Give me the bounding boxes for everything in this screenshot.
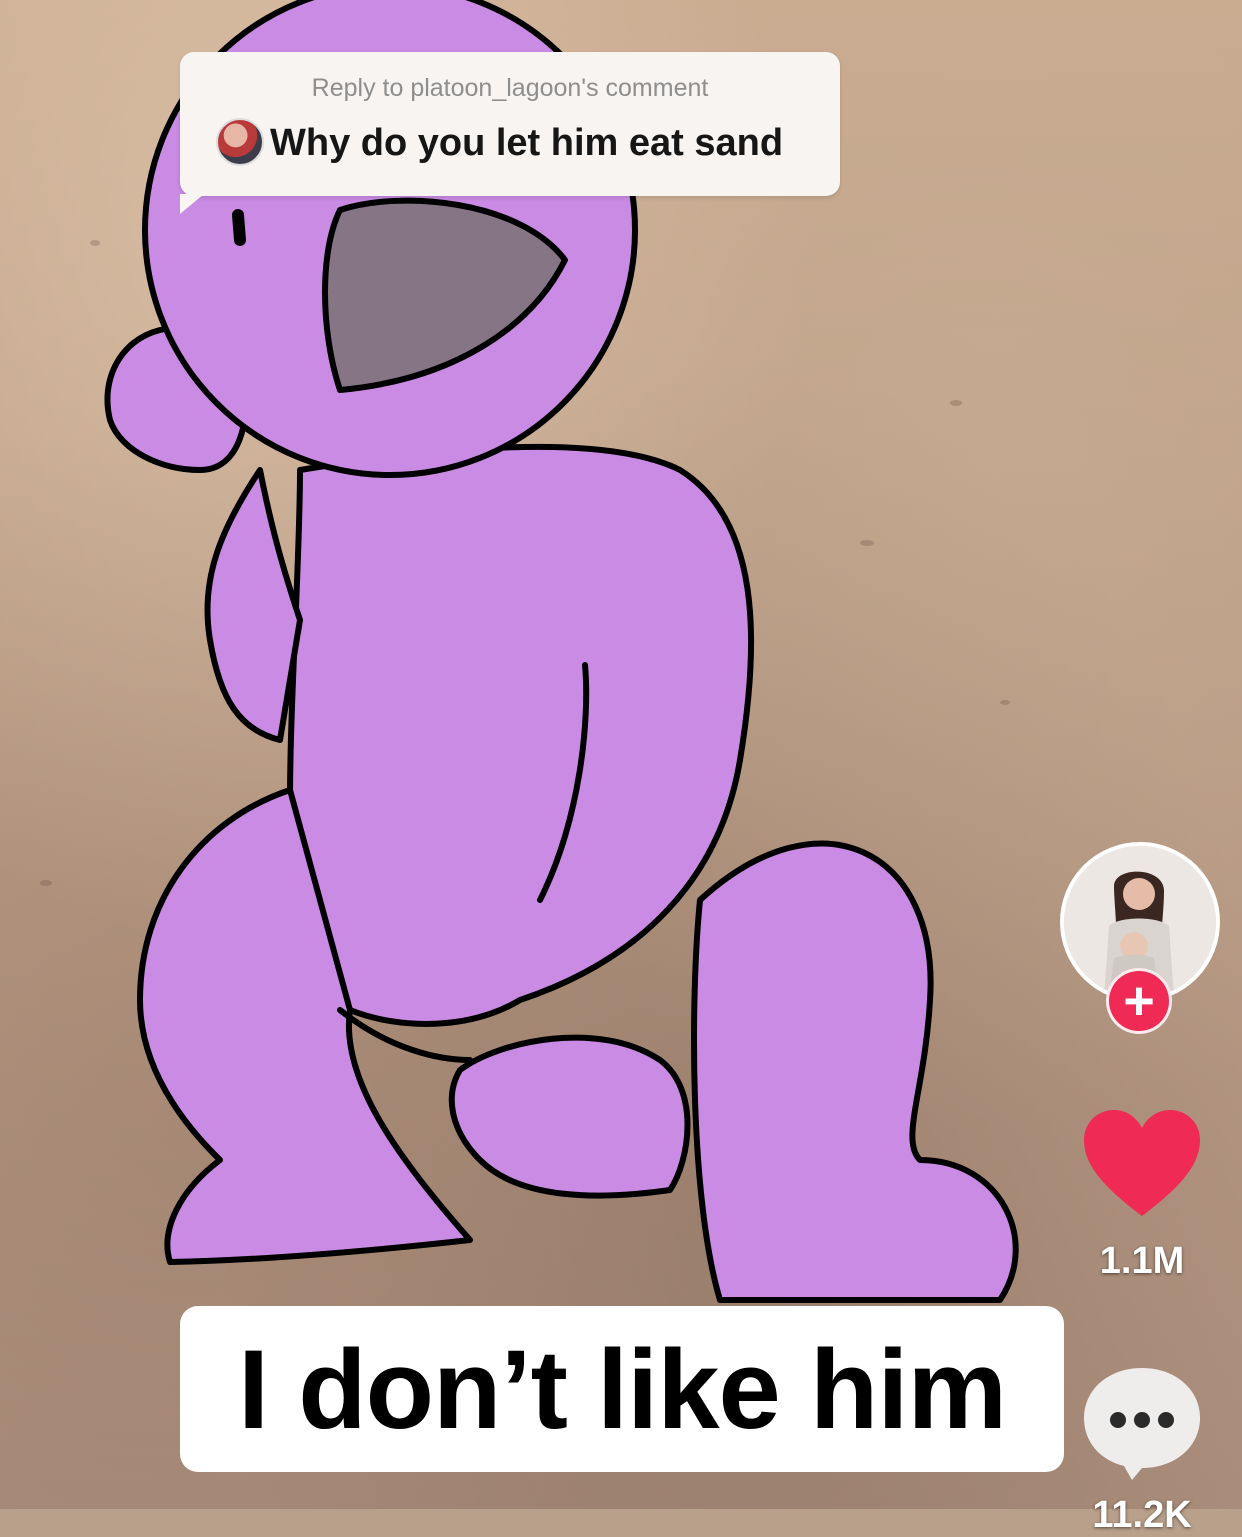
follow-plus-icon[interactable]: + <box>1106 968 1172 1034</box>
commenter-avatar <box>216 118 264 166</box>
like-count: 1.1M <box>1099 1240 1185 1282</box>
character-right-leg <box>691 840 1019 1303</box>
reply-comment-text: Why do you let him eat sand <box>270 122 784 164</box>
character-eye <box>232 209 246 246</box>
purple-character-drawing <box>104 0 1019 1303</box>
comment-bubble-icon[interactable] <box>1080 1362 1204 1482</box>
heart-icon[interactable] <box>1082 1108 1202 1220</box>
caption-text: I don’t like him <box>237 1326 1007 1452</box>
reply-header: Reply to platoon_lagoon's comment <box>311 74 709 102</box>
comment-count: 11.2K <box>1092 1494 1192 1536</box>
reply-comment-bubble[interactable]: Reply to platoon_lagoon's comment Why do… <box>180 52 840 214</box>
character-fist <box>448 1034 691 1199</box>
character-arm <box>204 467 303 743</box>
video-caption: I don’t like him <box>180 1306 1064 1472</box>
reply-bubble-tail <box>180 194 204 214</box>
character-body <box>287 443 755 1027</box>
